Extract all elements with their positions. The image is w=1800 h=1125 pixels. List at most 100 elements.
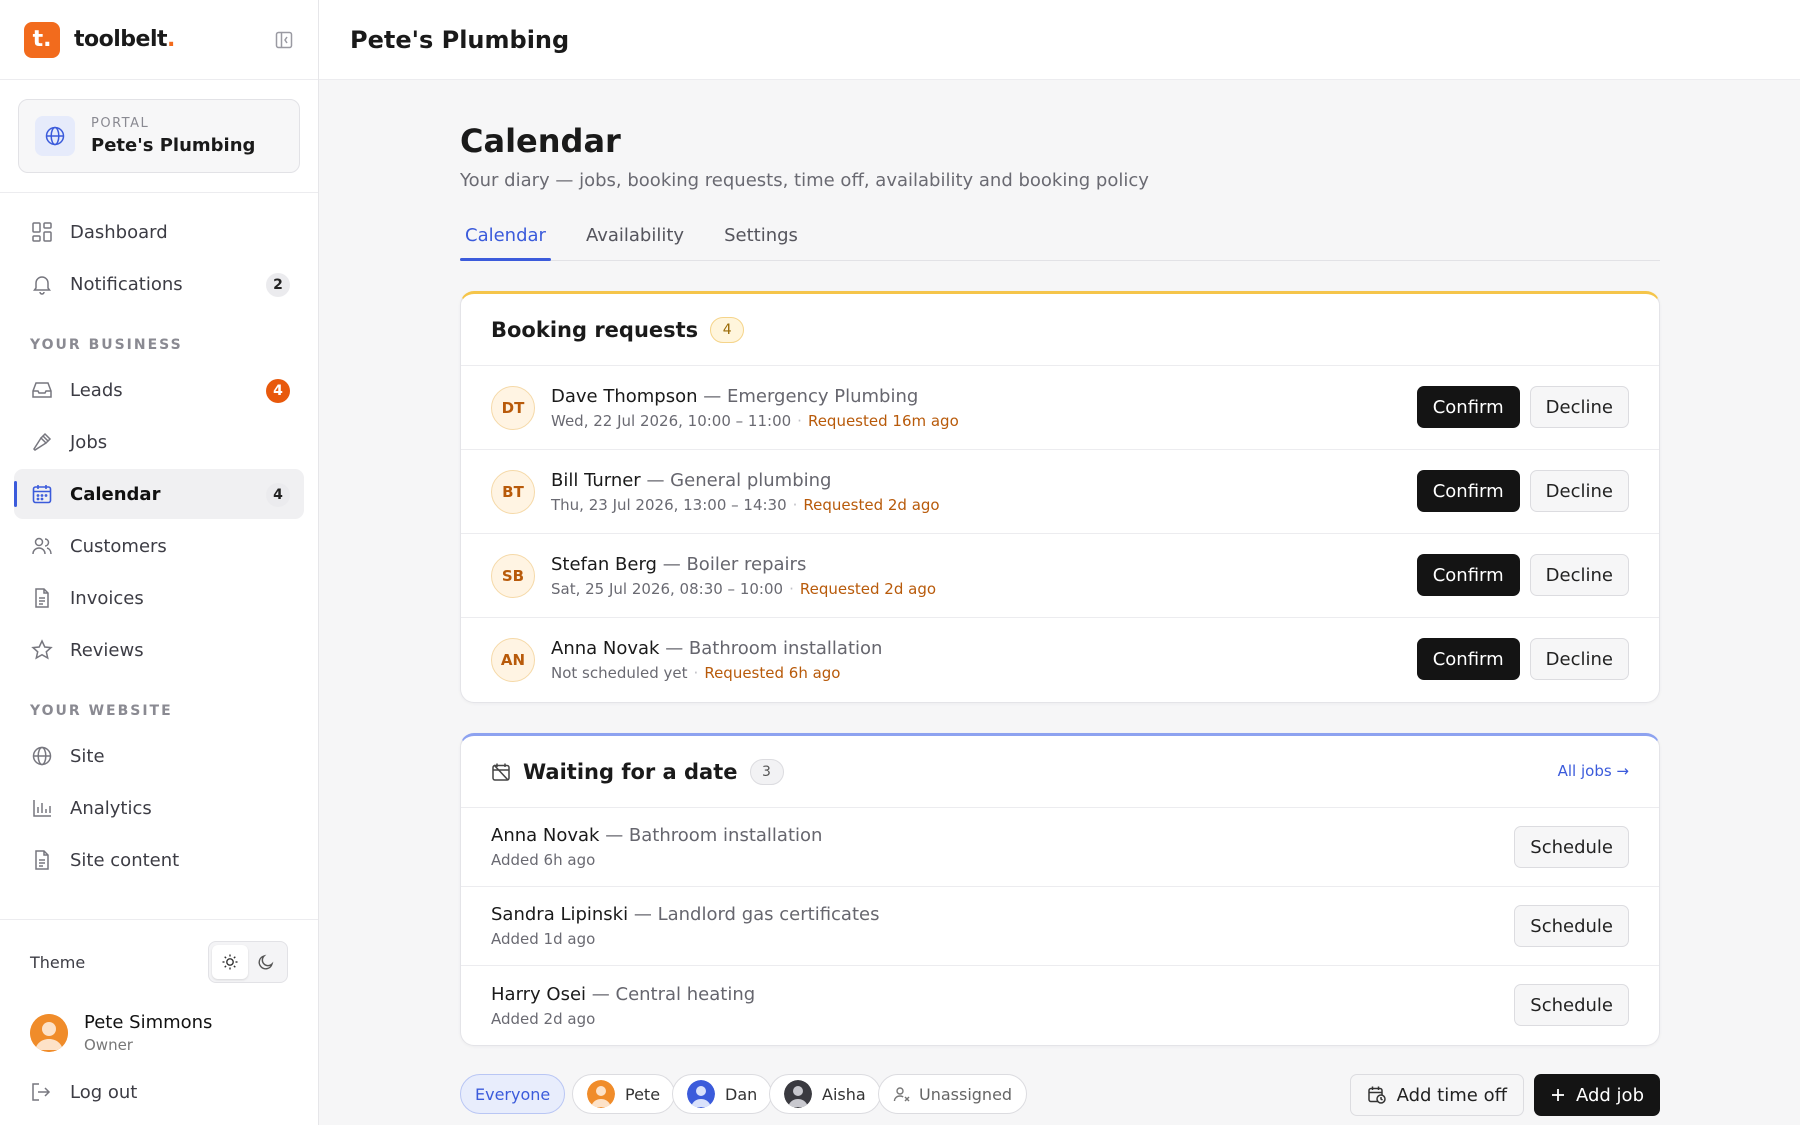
sidebar-item-invoices[interactable]: Invoices	[14, 573, 304, 623]
confirm-button[interactable]: Confirm	[1416, 386, 1520, 428]
sidebar-item-reviews[interactable]: Reviews	[14, 625, 304, 675]
decline-button[interactable]: Decline	[1529, 638, 1629, 680]
sidebar-item-jobs[interactable]: Jobs	[14, 417, 304, 467]
main-content: Calendar Your diary — jobs, booking requ…	[460, 80, 1660, 1046]
sidebar-item-notifications[interactable]: Notifications 2	[14, 259, 304, 309]
inbox-icon	[30, 378, 54, 402]
customer-name: Sandra Lipinski	[491, 904, 629, 925]
sidebar-item-label: Notifications	[70, 273, 183, 295]
booking-requests-title: Booking requests	[491, 317, 699, 342]
moon-icon[interactable]	[248, 945, 284, 979]
waiting-row: Sandra Lipinski — Landlord gas certifica…	[461, 887, 1659, 966]
nav-section-business: YOUR BUSINESS	[30, 337, 183, 353]
avatar	[30, 1014, 68, 1052]
calendar-icon	[30, 482, 54, 506]
filter-everyone[interactable]: Everyone	[460, 1074, 566, 1114]
confirm-button[interactable]: Confirm	[1416, 638, 1520, 680]
initials-avatar: SB	[491, 553, 535, 598]
sidebar: t. toolbelt. PORTAL Pete's Plumbing Dash…	[0, 0, 319, 1125]
sidebar-item-label: Calendar	[70, 483, 161, 505]
leads-badge: 4	[266, 379, 290, 403]
sidebar-item-leads[interactable]: Leads 4	[14, 365, 304, 415]
tab-calendar[interactable]: Calendar	[460, 211, 551, 261]
sidebar-item-site[interactable]: Site	[14, 731, 304, 781]
added-ago: Added 2d ago	[491, 1009, 596, 1028]
schedule-button[interactable]: Schedule	[1514, 984, 1629, 1026]
file-icon	[30, 586, 54, 610]
avatar	[687, 1080, 715, 1108]
sidebar-item-calendar[interactable]: Calendar 4	[14, 469, 304, 519]
logout-link[interactable]: Log out	[0, 1062, 318, 1122]
confirm-button[interactable]: Confirm	[1416, 470, 1520, 512]
sidebar-item-label: Dashboard	[70, 221, 168, 243]
filter-unassigned[interactable]: Unassigned	[878, 1074, 1028, 1114]
confirm-button[interactable]: Confirm	[1416, 554, 1520, 596]
bar-chart-icon	[30, 796, 54, 820]
booking-request-row: AN Anna Novak — Bathroom installation No…	[461, 618, 1659, 702]
logout-icon	[30, 1081, 54, 1103]
sidebar-item-label: Leads	[70, 379, 123, 401]
nav-section-website: YOUR WEBSITE	[30, 703, 173, 719]
filter-pete[interactable]: Pete	[572, 1074, 676, 1114]
add-time-off-label: Add time off	[1396, 1084, 1507, 1106]
tab-settings[interactable]: Settings	[719, 211, 803, 260]
filter-label: Pete	[625, 1084, 661, 1104]
hammer-icon	[30, 430, 54, 454]
booking-request-row: DT Dave Thompson — Emergency Plumbing We…	[461, 366, 1659, 450]
requested-ago: Requested 6h ago	[704, 664, 841, 682]
dashboard-icon	[30, 220, 54, 244]
decline-button[interactable]: Decline	[1529, 386, 1629, 428]
theme-toggle	[208, 941, 288, 983]
tab-availability[interactable]: Availability	[581, 211, 689, 260]
portal-switcher-wrap: PORTAL Pete's Plumbing	[0, 80, 318, 193]
booking-requests-card: Booking requests 4 DT Dave Thompson — Em…	[460, 291, 1660, 703]
sidebar-item-label: Jobs	[70, 431, 108, 453]
sidebar-item-customers[interactable]: Customers	[14, 521, 304, 571]
file-icon	[30, 848, 54, 872]
calendar-badge: 4	[266, 483, 290, 507]
plus-icon	[1550, 1087, 1566, 1103]
notifications-badge: 2	[266, 273, 290, 297]
calendar-off-icon	[491, 762, 511, 782]
decline-button[interactable]: Decline	[1529, 554, 1629, 596]
filter-label: Unassigned	[919, 1084, 1013, 1104]
sidebar-item-analytics[interactable]: Analytics	[14, 783, 304, 833]
sun-icon[interactable]	[212, 945, 248, 979]
all-jobs-link[interactable]: All jobs →	[1558, 762, 1629, 780]
add-time-off-button[interactable]: Add time off	[1349, 1074, 1524, 1116]
bell-icon	[30, 272, 54, 296]
sidebar-item-site-content[interactable]: Site content	[14, 835, 304, 885]
logout-label: Log out	[70, 1081, 138, 1103]
filter-aisha[interactable]: Aisha	[769, 1074, 881, 1114]
calendar-clock-icon	[1367, 1085, 1387, 1105]
page-subtitle: Your diary — jobs, booking requests, tim…	[460, 170, 1149, 191]
sidebar-item-dashboard[interactable]: Dashboard	[14, 207, 304, 257]
service-name: — Bathroom installation	[605, 825, 823, 846]
portal-name: Pete's Plumbing	[91, 135, 256, 156]
user-x-icon	[893, 1085, 911, 1103]
customer-name: Harry Osei	[491, 983, 587, 1005]
add-job-button[interactable]: Add job	[1533, 1074, 1660, 1116]
schedule-button[interactable]: Schedule	[1514, 905, 1629, 947]
sidebar-footer: Theme Pete Simmons Owner Log out	[0, 919, 318, 1125]
booking-requests-count: 4	[710, 316, 745, 343]
schedule-button[interactable]: Schedule	[1514, 826, 1629, 868]
requested-ago: Requested 16m ago	[807, 411, 959, 430]
sidebar-nav: Dashboard Notifications 2 YOUR BUSINESS …	[0, 193, 318, 885]
request-time: Wed, 22 Jul 2026, 10:00 – 11:00	[551, 411, 792, 430]
user-name: Pete Simmons	[84, 1012, 213, 1033]
request-time: Not scheduled yet	[551, 664, 688, 682]
added-ago: Added 1d ago	[491, 930, 596, 948]
request-time: Thu, 23 Jul 2026, 13:00 – 14:30	[551, 495, 787, 514]
decline-button[interactable]: Decline	[1529, 470, 1629, 512]
user-profile[interactable]: Pete Simmons Owner	[0, 1004, 318, 1062]
filter-dan[interactable]: Dan	[672, 1074, 773, 1114]
collapse-sidebar-icon[interactable]	[272, 28, 296, 52]
service-name: — Bathroom installation	[665, 638, 883, 659]
toolbelt-logo[interactable]: t.	[24, 21, 60, 58]
theme-row: Theme	[0, 920, 318, 1004]
initials-avatar: AN	[491, 638, 535, 682]
user-role: Owner	[84, 1036, 133, 1054]
portal-switcher[interactable]: PORTAL Pete's Plumbing	[18, 99, 300, 173]
customer-name: Anna Novak	[551, 638, 660, 659]
